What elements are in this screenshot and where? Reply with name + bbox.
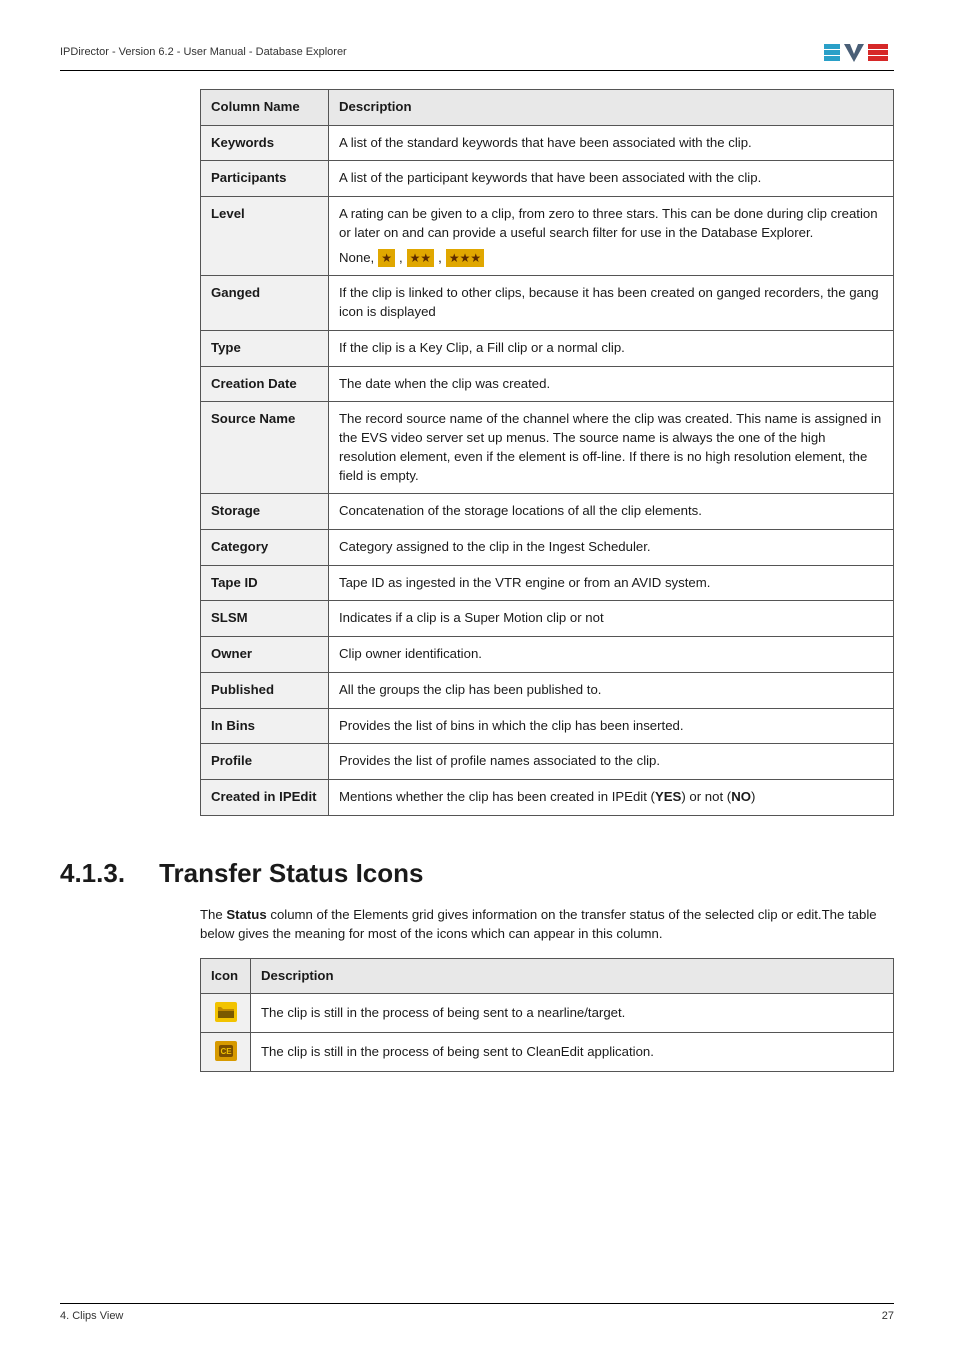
- page-header: IPDirector - Version 6.2 - User Manual -…: [60, 40, 894, 64]
- table-row: Published All the groups the clip has be…: [201, 672, 894, 708]
- no-text: NO: [731, 789, 751, 804]
- row-name: Profile: [201, 744, 329, 780]
- row-name: Owner: [201, 637, 329, 673]
- row-name: Creation Date: [201, 366, 329, 402]
- row-name: Category: [201, 530, 329, 566]
- row-desc-text: A rating can be given to a clip, from ze…: [339, 206, 878, 240]
- table-row: Creation Date The date when the clip was…: [201, 366, 894, 402]
- column-definitions-table: Column Name Description Keywords A list …: [200, 89, 894, 816]
- evs-logo: [824, 40, 894, 64]
- text: column of the Elements grid gives inform…: [200, 907, 877, 942]
- main-content: Column Name Description Keywords A list …: [200, 89, 894, 816]
- text: ): [751, 789, 755, 804]
- section-body: The Status column of the Elements grid g…: [200, 905, 894, 1073]
- row-desc: Provides the list of profile names assoc…: [329, 744, 894, 780]
- icons-header-icon: Icon: [201, 958, 251, 993]
- text: Mentions whether the clip has been creat…: [339, 789, 655, 804]
- two-star-icon: ★★: [407, 249, 435, 267]
- page-number: 27: [882, 1310, 894, 1322]
- status-word: Status: [226, 907, 266, 922]
- row-desc: A rating can be given to a clip, from ze…: [329, 197, 894, 276]
- row-name: Keywords: [201, 125, 329, 161]
- header-breadcrumb: IPDirector - Version 6.2 - User Manual -…: [60, 46, 347, 58]
- table-row: Owner Clip owner identification.: [201, 637, 894, 673]
- row-desc: A list of the participant keywords that …: [329, 161, 894, 197]
- table-row: Profile Provides the list of profile nam…: [201, 744, 894, 780]
- icons-header-description: Description: [251, 958, 894, 993]
- icon-cell: [201, 994, 251, 1032]
- transfer-status-icons-table: Icon Description The clip is still in th…: [200, 958, 894, 1072]
- row-name: Participants: [201, 161, 329, 197]
- table-row: Participants A list of the participant k…: [201, 161, 894, 197]
- table-row: Ganged If the clip is linked to other cl…: [201, 276, 894, 330]
- row-name: Type: [201, 330, 329, 366]
- table-row: In Bins Provides the list of bins in whi…: [201, 708, 894, 744]
- cleanedit-transfer-icon: CE: [215, 1041, 237, 1061]
- one-star-icon: ★: [378, 249, 395, 267]
- rating-examples: None, ★, ★★, ★★★: [339, 249, 883, 268]
- section-paragraph: The Status column of the Elements grid g…: [200, 905, 894, 944]
- row-desc: If the clip is linked to other clips, be…: [329, 276, 894, 330]
- section-title: Transfer Status Icons: [159, 858, 423, 889]
- table-row: Level A rating can be given to a clip, f…: [201, 197, 894, 276]
- row-desc: Clip owner identification.: [329, 637, 894, 673]
- table-row: Created in IPEdit Mentions whether the c…: [201, 780, 894, 816]
- row-desc: Category assigned to the clip in the Ing…: [329, 530, 894, 566]
- row-name: Created in IPEdit: [201, 780, 329, 816]
- table-row: Source Name The record source name of th…: [201, 402, 894, 494]
- row-name: Published: [201, 672, 329, 708]
- table-row: Keywords A list of the standard keywords…: [201, 125, 894, 161]
- none-label: None,: [339, 249, 374, 268]
- table-row: Storage Concatenation of the storage loc…: [201, 494, 894, 530]
- three-star-icon: ★★★: [446, 249, 484, 267]
- row-desc: The clip is still in the process of bein…: [251, 1032, 894, 1071]
- row-name: Source Name: [201, 402, 329, 494]
- icon-cell: CE: [201, 1032, 251, 1071]
- text: The: [200, 907, 226, 922]
- table-header-description: Description: [329, 90, 894, 126]
- header-divider: [60, 70, 894, 71]
- row-name: Tape ID: [201, 565, 329, 601]
- table-row: CE The clip is still in the process of b…: [201, 1032, 894, 1071]
- row-desc: Concatenation of the storage locations o…: [329, 494, 894, 530]
- row-desc: The clip is still in the process of bein…: [251, 994, 894, 1032]
- row-desc: Provides the list of bins in which the c…: [329, 708, 894, 744]
- nearline-transfer-icon: [215, 1002, 237, 1022]
- row-name: Storage: [201, 494, 329, 530]
- footer-section: 4. Clips View: [60, 1310, 123, 1322]
- svg-text:CE: CE: [220, 1047, 232, 1056]
- table-row: SLSM Indicates if a clip is a Super Moti…: [201, 601, 894, 637]
- table-header-colname: Column Name: [201, 90, 329, 126]
- text: ) or not (: [681, 789, 731, 804]
- row-desc: All the groups the clip has been publish…: [329, 672, 894, 708]
- section-number: 4.1.3.: [60, 858, 125, 889]
- footer-divider: [60, 1303, 894, 1304]
- row-desc: A list of the standard keywords that hav…: [329, 125, 894, 161]
- row-desc: If the clip is a Key Clip, a Fill clip o…: [329, 330, 894, 366]
- table-row: Tape ID Tape ID as ingested in the VTR e…: [201, 565, 894, 601]
- row-desc: The record source name of the channel wh…: [329, 402, 894, 494]
- page-footer: 4. Clips View 27: [60, 1303, 894, 1322]
- yes-text: YES: [655, 789, 681, 804]
- row-name: SLSM: [201, 601, 329, 637]
- row-name: Level: [201, 197, 329, 276]
- section-heading: 4.1.3. Transfer Status Icons: [60, 858, 894, 889]
- row-desc: The date when the clip was created.: [329, 366, 894, 402]
- row-name: Ganged: [201, 276, 329, 330]
- table-row: The clip is still in the process of bein…: [201, 994, 894, 1032]
- row-desc: Mentions whether the clip has been creat…: [329, 780, 894, 816]
- row-name: In Bins: [201, 708, 329, 744]
- table-row: Type If the clip is a Key Clip, a Fill c…: [201, 330, 894, 366]
- row-desc: Indicates if a clip is a Super Motion cl…: [329, 601, 894, 637]
- table-row: Category Category assigned to the clip i…: [201, 530, 894, 566]
- row-desc: Tape ID as ingested in the VTR engine or…: [329, 565, 894, 601]
